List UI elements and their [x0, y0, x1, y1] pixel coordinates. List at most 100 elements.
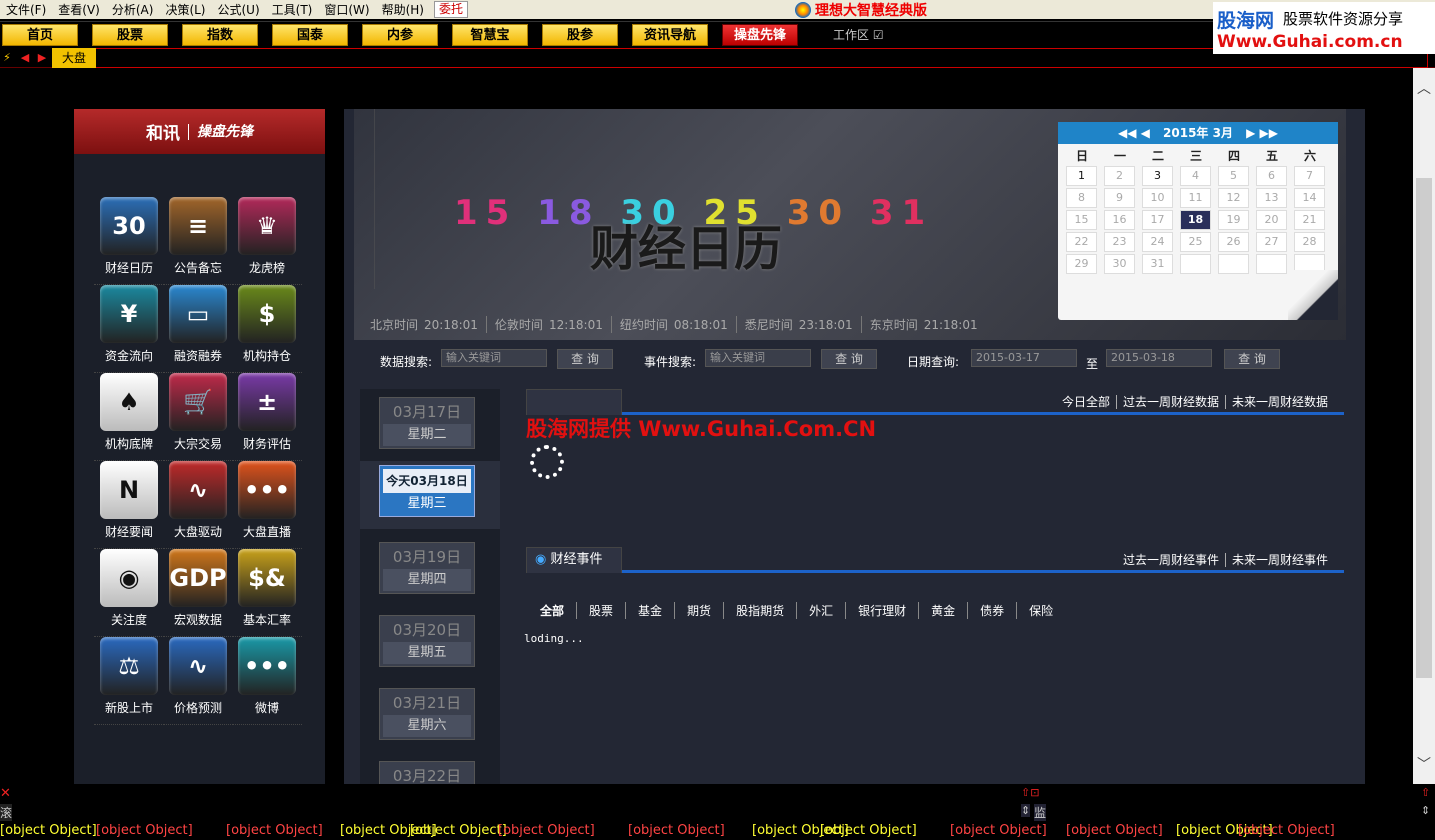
calendar-day[interactable]: 12 [1218, 188, 1249, 208]
calendar-day[interactable]: 25 [1180, 232, 1211, 252]
scroll-thumb[interactable] [1416, 178, 1432, 678]
calendar-day[interactable]: 5 [1218, 166, 1249, 186]
category-link[interactable]: 债券 [967, 602, 1016, 619]
tool-item[interactable]: ♛ 龙虎榜 [232, 197, 302, 285]
section-link[interactable]: 今日全部 [1056, 395, 1116, 409]
tool-item[interactable]: GDP 宏观数据 [163, 549, 233, 637]
calendar-day[interactable]: 27 [1256, 232, 1287, 252]
calendar-day[interactable]: 6 [1256, 166, 1287, 186]
monitor-label[interactable]: 监 [1034, 804, 1047, 821]
section-link[interactable]: 过去一周财经数据 [1115, 395, 1225, 409]
checkbox-icon[interactable]: ☑ [873, 28, 884, 42]
tab-next-icon[interactable]: ▶ [35, 50, 49, 66]
event-search-button[interactable]: 查 询 [821, 349, 877, 369]
menu-item[interactable]: 帮助(H) [376, 1, 430, 18]
calendar-day[interactable]: 15 [1066, 210, 1097, 230]
category-link[interactable]: 外汇 [796, 602, 845, 619]
section-link[interactable]: 未来一周财经事件 [1224, 553, 1334, 567]
menu-item[interactable]: 文件(F) [0, 1, 52, 18]
date-to-input[interactable]: 2015-03-18 [1106, 349, 1212, 367]
status-up-icon[interactable]: ⇧ [1421, 786, 1430, 799]
tool-item[interactable]: 🛒 大宗交易 [163, 373, 233, 461]
category-link[interactable]: 全部 [540, 602, 576, 619]
tool-item[interactable]: ▭ 融资融券 [163, 285, 233, 373]
calendar-day[interactable]: 16 [1104, 210, 1135, 230]
calendar-day[interactable]: 1 [1066, 166, 1097, 186]
tool-item[interactable]: $& 基本汇率 [232, 549, 302, 637]
calendar-day[interactable]: 29 [1066, 254, 1097, 274]
category-link[interactable]: 银行理财 [845, 602, 918, 619]
date-card[interactable]: 03月19日 星期四 [379, 542, 475, 594]
category-link[interactable]: 股指期货 [723, 602, 796, 619]
status-updown-icon[interactable]: ⇕ [1421, 804, 1430, 817]
calendar-day[interactable]: 19 [1218, 210, 1249, 230]
category-link[interactable]: 期货 [674, 602, 723, 619]
menu-weituo[interactable]: 委托 [433, 1, 468, 18]
menu-item[interactable]: 窗口(W) [318, 1, 375, 18]
up-arrow-icon[interactable]: ⇧⊡ [1021, 786, 1039, 799]
data-search-button[interactable]: 查 询 [557, 349, 613, 369]
category-link[interactable]: 股票 [576, 602, 625, 619]
calendar-day[interactable]: 30 [1104, 254, 1135, 274]
scroll-down-icon[interactable]: ﹀ [1413, 754, 1435, 776]
tool-item[interactable]: ∿ 价格预测 [163, 637, 233, 725]
workzone-toggle[interactable]: 工作区 ☑ [833, 26, 884, 43]
calendar-prev-icon[interactable]: ◀◀ ◀ [1118, 122, 1150, 144]
date-card[interactable]: 03月21日 星期六 [379, 688, 475, 740]
tool-item[interactable]: 30 财经日历 [94, 197, 164, 285]
scroll-mode-label[interactable]: 滚 [0, 804, 13, 821]
calendar-day[interactable]: 31 [1142, 254, 1173, 274]
calendar-day[interactable]: 7 [1294, 166, 1325, 186]
scroll-up-icon[interactable]: ︿ [1413, 78, 1435, 100]
calendar-day[interactable]: 3 [1142, 166, 1173, 186]
tool-item[interactable]: ∿ 大盘驱动 [163, 461, 233, 549]
menu-item[interactable]: 决策(L) [159, 1, 211, 18]
calendar-day[interactable]: 24 [1142, 232, 1173, 252]
data-section-tab[interactable] [526, 389, 622, 415]
calendar-day[interactable]: 2 [1104, 166, 1135, 186]
calendar-day[interactable]: 10 [1142, 188, 1173, 208]
calendar-day[interactable]: 18 [1180, 210, 1211, 230]
menu-item[interactable]: 公式(U) [212, 1, 266, 18]
tab-dapan[interactable]: 大盘 [52, 48, 96, 68]
date-from-input[interactable]: 2015-03-17 [971, 349, 1077, 367]
calendar-day[interactable]: 17 [1142, 210, 1173, 230]
toolbar-button[interactable]: 资讯导航 [632, 24, 708, 46]
category-link[interactable]: 黄金 [918, 602, 967, 619]
tool-item[interactable]: ¥ 资金流向 [94, 285, 164, 373]
vertical-scrollbar[interactable]: ︿ ﹀ [1413, 68, 1435, 784]
menu-item[interactable]: 查看(V) [52, 1, 106, 18]
calendar-day[interactable]: 22 [1066, 232, 1097, 252]
section-link[interactable]: 未来一周财经数据 [1224, 395, 1334, 409]
toolbar-button[interactable]: 智慧宝 [452, 24, 528, 46]
event-section-tab[interactable]: ◉ 财经事件 [526, 547, 622, 573]
tool-item[interactable]: ♠ 机构底牌 [94, 373, 164, 461]
calendar-next-icon[interactable]: ▶ ▶▶ [1246, 122, 1278, 144]
calendar-day[interactable]: 11 [1180, 188, 1211, 208]
category-link[interactable]: 基金 [625, 602, 674, 619]
event-search-input[interactable]: 输入关键词 [705, 349, 811, 367]
calendar-day[interactable]: 4 [1180, 166, 1211, 186]
toolbar-button[interactable]: 股参 [542, 24, 618, 46]
tool-item[interactable]: ••• 微博 [232, 637, 302, 725]
calendar-day[interactable]: 20 [1256, 210, 1287, 230]
menu-item[interactable]: 分析(A) [106, 1, 160, 18]
tool-item[interactable]: ≡ 公告备忘 [163, 197, 233, 285]
tool-item[interactable]: ••• 大盘直播 [232, 461, 302, 549]
tool-item[interactable]: ◉ 关注度 [94, 549, 164, 637]
date-query-button[interactable]: 查 询 [1224, 349, 1280, 369]
calendar-day[interactable]: 13 [1256, 188, 1287, 208]
close-icon[interactable]: ✕ [0, 786, 11, 801]
toolbar-button[interactable]: 指数 [182, 24, 258, 46]
calendar-day[interactable]: 23 [1104, 232, 1135, 252]
toolbar-button[interactable]: 首页 [2, 24, 78, 46]
calendar-day[interactable]: 8 [1066, 188, 1097, 208]
calendar-day[interactable]: 28 [1294, 232, 1325, 252]
calendar-day[interactable]: 9 [1104, 188, 1135, 208]
updown-icon[interactable]: ⇕ [1021, 804, 1031, 817]
calendar-day[interactable]: 21 [1294, 210, 1325, 230]
section-link[interactable]: 过去一周财经事件 [1117, 553, 1225, 567]
toolbar-button[interactable]: 股票 [92, 24, 168, 46]
date-card-today[interactable]: 今天03月18日 星期三 [360, 461, 500, 529]
tool-item[interactable]: $ 机构持仓 [232, 285, 302, 373]
